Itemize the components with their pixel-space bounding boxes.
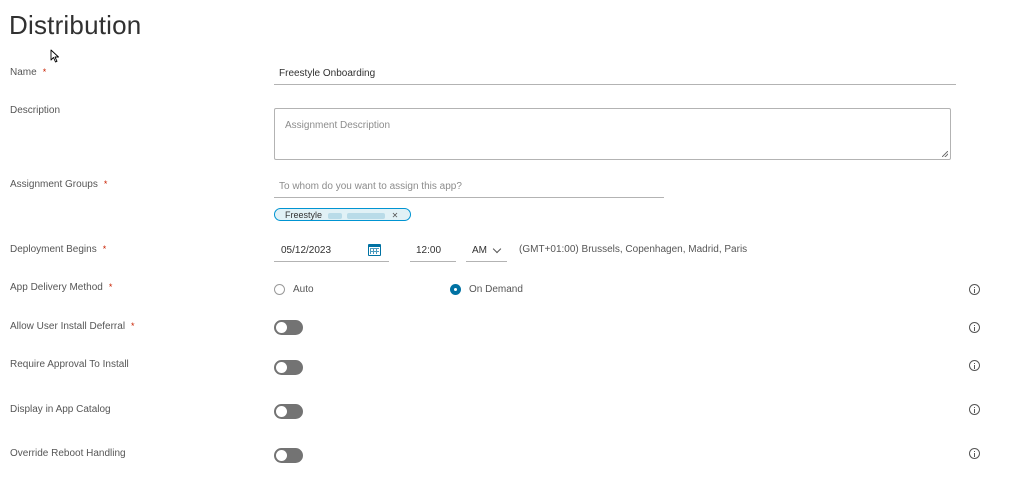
override-reboot-toggle[interactable]: [274, 448, 303, 463]
deployment-time-value: 12:00: [416, 245, 442, 256]
name-label: Name *: [10, 67, 47, 78]
description-placeholder: Assignment Description: [285, 120, 391, 131]
info-icon[interactable]: [969, 404, 980, 415]
description-label: Description: [10, 105, 61, 116]
allow-deferral-toggle[interactable]: [274, 320, 303, 335]
deployment-begins-label: Deployment Begins *: [10, 244, 107, 255]
display-catalog-toggle[interactable]: [274, 404, 303, 419]
redacted-text: [347, 212, 386, 219]
info-icon[interactable]: [969, 284, 980, 295]
assignment-groups-input[interactable]: To whom do you want to assign this app?: [274, 175, 664, 198]
info-icon[interactable]: [969, 322, 980, 333]
mouse-cursor-icon: [50, 49, 59, 63]
name-input[interactable]: Freestyle Onboarding: [274, 62, 956, 85]
calendar-icon[interactable]: [368, 244, 381, 256]
assignment-groups-label: Assignment Groups *: [10, 179, 108, 190]
auto-radio[interactable]: [274, 284, 285, 295]
on-demand-radio-label[interactable]: On Demand: [469, 284, 523, 295]
ampm-value: AM: [472, 245, 487, 256]
description-textarea[interactable]: Assignment Description: [274, 108, 951, 160]
app-delivery-method-label: App Delivery Method *: [10, 282, 113, 293]
assignment-group-chip[interactable]: Freestyle ✕: [274, 208, 411, 221]
ampm-select[interactable]: AM: [466, 240, 507, 262]
require-approval-label: Require Approval To Install: [10, 359, 129, 370]
assignment-group-chip-label: Freestyle: [285, 210, 323, 220]
resize-handle-icon[interactable]: [942, 151, 948, 157]
info-icon[interactable]: [969, 360, 980, 371]
chip-remove-icon[interactable]: ✕: [392, 209, 399, 222]
auto-radio-label[interactable]: Auto: [293, 284, 314, 295]
deployment-time-input[interactable]: 12:00: [410, 240, 456, 262]
page-title: Distribution: [9, 10, 142, 40]
assignment-groups-placeholder: To whom do you want to assign this app?: [279, 181, 462, 192]
override-reboot-label: Override Reboot Handling: [10, 448, 126, 459]
deployment-date-value: 05/12/2023: [281, 245, 332, 256]
allow-deferral-label: Allow User Install Deferral *: [10, 321, 135, 332]
info-icon[interactable]: [969, 448, 980, 459]
require-approval-toggle[interactable]: [274, 360, 303, 375]
display-catalog-label: Display in App Catalog: [10, 404, 111, 415]
name-input-value: Freestyle Onboarding: [279, 68, 376, 79]
redacted-text: [327, 212, 342, 219]
timezone-text: (GMT+01:00) Brussels, Copenhagen, Madrid…: [519, 244, 748, 255]
on-demand-radio[interactable]: [450, 284, 461, 295]
deployment-date-input[interactable]: 05/12/2023: [274, 240, 389, 262]
chevron-down-icon: [492, 244, 502, 254]
